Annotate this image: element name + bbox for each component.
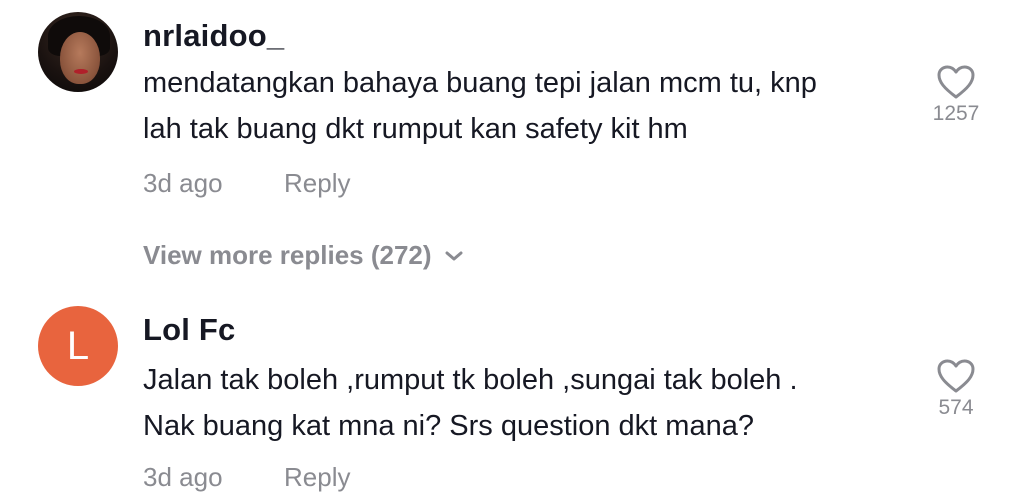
comment-username[interactable]: nrlaidoo_ — [143, 18, 284, 54]
avatar-lips — [74, 69, 88, 74]
heart-outline-icon — [937, 359, 975, 393]
comment-text: Jalan tak boleh ,rumput tk boleh ,sungai… — [143, 357, 903, 449]
comment-timestamp: 3d ago — [143, 462, 223, 492]
comment-username[interactable]: Lol Fc — [143, 312, 235, 348]
comment-text-line: lah tak buang dkt rumput kan safety kit … — [143, 113, 688, 145]
heart-outline-icon — [937, 65, 975, 99]
comment-item: L Lol Fc Jalan tak boleh ,rumput tk bole… — [0, 300, 1028, 504]
chevron-down-icon — [445, 251, 463, 260]
view-more-replies-label: View more replies (272) — [143, 240, 432, 270]
like-button[interactable]: 1257 — [906, 64, 1006, 126]
comment-item: nrlaidoo_ mendatangkan bahaya buang tepi… — [0, 0, 1028, 270]
like-button[interactable]: 574 — [906, 358, 1006, 420]
comment-text-line: Nak buang kat mna ni? Srs question dkt m… — [143, 410, 754, 442]
comment-text-line: mendatangkan bahaya buang tepi jalan mcm… — [143, 67, 817, 99]
avatar[interactable] — [38, 12, 118, 92]
reply-button[interactable]: Reply — [284, 462, 350, 493]
comment-text-line: Jalan tak boleh ,rumput tk boleh ,sungai… — [143, 364, 798, 396]
comment-meta: 3d ago Reply — [143, 462, 350, 493]
comment-text: mendatangkan bahaya buang tepi jalan mcm… — [143, 60, 903, 152]
like-count: 1257 — [932, 102, 980, 125]
reply-button[interactable]: Reply — [284, 168, 350, 199]
comment-meta: 3d ago Reply — [143, 168, 350, 199]
view-more-replies-button[interactable]: View more replies (272) — [143, 240, 464, 271]
comment-timestamp: 3d ago — [143, 168, 223, 198]
like-count: 574 — [938, 396, 974, 419]
avatar[interactable]: L — [38, 306, 118, 386]
avatar-letter: L — [66, 323, 90, 368]
avatar-face — [60, 32, 100, 84]
